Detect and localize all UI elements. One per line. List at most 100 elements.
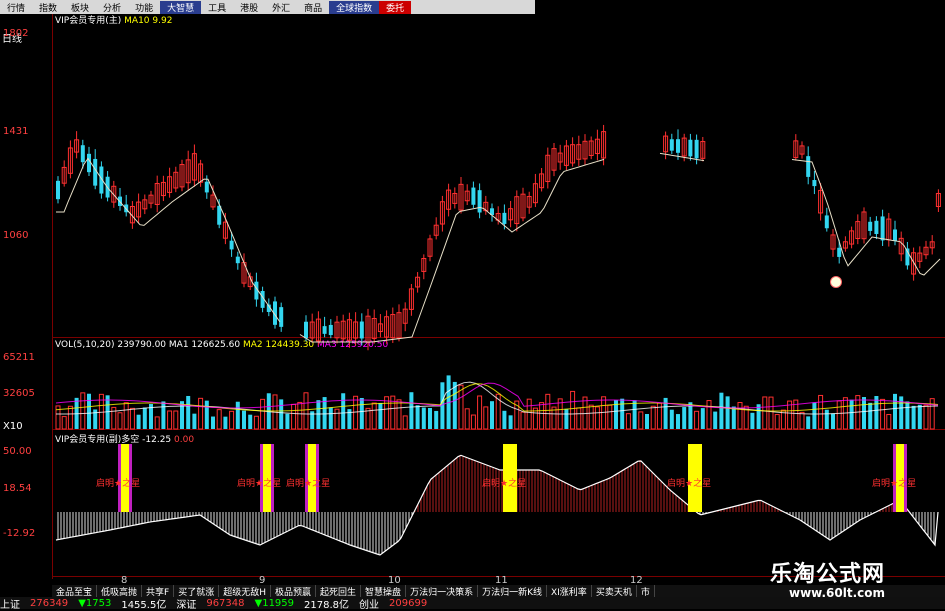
candle-down — [874, 220, 879, 235]
volume-bar — [923, 404, 929, 430]
indicator-tab[interactable]: 金品至宝 — [52, 585, 98, 598]
volume-bar — [818, 394, 824, 430]
volume-bar — [61, 416, 67, 430]
market-value: 967348 — [206, 597, 245, 609]
volume-bar — [911, 405, 916, 429]
volume-bar — [607, 404, 613, 430]
indicator-tab[interactable]: 万法归一新K线 — [478, 585, 547, 598]
volume-bar — [216, 409, 222, 430]
volume-bar — [526, 398, 532, 430]
volume-bar — [929, 398, 935, 430]
volume-bar — [235, 401, 240, 429]
signal-label: 启明★之星 — [667, 479, 712, 489]
candle-down — [328, 324, 333, 336]
volume-bar — [242, 410, 246, 429]
volume-bar — [731, 406, 736, 429]
volume-bar — [625, 413, 631, 430]
volume-bar — [173, 410, 179, 430]
volume-bar — [161, 401, 166, 429]
volume-bar — [545, 393, 551, 430]
candle-down — [56, 180, 60, 200]
candle-down — [688, 139, 693, 157]
volume-bar — [396, 399, 402, 430]
volume-bar — [434, 410, 439, 429]
volume-bar — [470, 414, 476, 430]
volume-bar — [67, 405, 73, 430]
volume-bar — [874, 396, 879, 429]
volume-bar — [849, 399, 854, 429]
volume-bar — [464, 408, 470, 430]
volume-bar — [762, 396, 768, 430]
candle-down — [322, 326, 327, 334]
market-name: 创业 — [359, 599, 380, 611]
volume-bar — [186, 395, 191, 429]
candle-down — [502, 212, 507, 224]
volume-bar — [297, 401, 303, 430]
candle-down — [812, 180, 817, 187]
volume-bar — [799, 411, 805, 430]
candle-down — [837, 247, 842, 257]
volume-bar — [831, 413, 835, 429]
chart-canvas[interactable] — [0, 0, 945, 609]
volume-bar — [774, 414, 780, 430]
candle-down — [676, 139, 680, 153]
volume-bar — [371, 402, 377, 430]
volume-bar — [291, 403, 297, 430]
candle-down — [880, 216, 885, 241]
volume-bar — [719, 392, 724, 429]
volume-bar — [539, 402, 545, 430]
volume-bar — [806, 416, 811, 429]
volume-bar — [588, 404, 594, 430]
candle-down — [806, 156, 811, 177]
candle-down — [824, 215, 829, 229]
volume-bar — [508, 415, 513, 429]
volume-bar — [136, 414, 141, 429]
volume-bar — [520, 411, 526, 430]
candle-down — [694, 139, 699, 159]
volume-bar — [570, 390, 576, 430]
volume-bar — [229, 410, 235, 430]
volume-bar — [285, 413, 290, 429]
candle-down — [477, 190, 482, 213]
volume-bar — [502, 410, 507, 429]
volume-bar — [341, 393, 346, 429]
signal-label: 启明★之星 — [237, 479, 282, 489]
volume-bar — [378, 402, 383, 429]
volume-bar — [645, 414, 649, 429]
volume-bar — [682, 407, 687, 429]
volume-bar — [154, 416, 160, 430]
volume-bar — [706, 400, 712, 430]
volume-bar — [564, 408, 569, 429]
volume-bar — [768, 396, 774, 430]
market-amount: 2178.8亿 — [304, 599, 350, 611]
volume-bar — [428, 407, 432, 429]
volume-bar — [334, 408, 340, 430]
volume-bar — [905, 401, 910, 429]
volume-bar — [620, 398, 625, 429]
indicator-tab[interactable]: 万法归一决策系 — [406, 585, 479, 598]
volume-bar — [384, 396, 390, 430]
volume-bar — [812, 402, 817, 429]
volume-bar — [594, 406, 600, 430]
market-name: 上证 — [0, 599, 20, 611]
volume-bar — [129, 407, 135, 430]
market-change: ▼11959 — [254, 597, 295, 609]
signal-label: 启明★之星 — [286, 479, 331, 489]
volume-bar — [694, 410, 700, 430]
candle-down — [868, 221, 873, 231]
candle-down — [229, 240, 234, 250]
candle-down — [669, 139, 674, 151]
signal-label: 启明★之星 — [96, 479, 141, 489]
volume-bar — [650, 405, 656, 430]
volume-bar — [917, 404, 922, 429]
candle-down — [304, 321, 308, 339]
volume-bar — [167, 410, 173, 430]
indicator-tab[interactable]: 超级无敌H — [219, 585, 272, 598]
indicator-tab[interactable]: 买卖天机 — [592, 585, 637, 598]
indicator-tab[interactable]: 市 — [637, 585, 655, 598]
volume-bar — [893, 393, 897, 429]
volume-bar — [836, 400, 842, 430]
candle-down — [235, 256, 240, 264]
indicator-tab[interactable]: XI涨利率 — [547, 585, 592, 598]
volume-bar — [421, 407, 426, 429]
